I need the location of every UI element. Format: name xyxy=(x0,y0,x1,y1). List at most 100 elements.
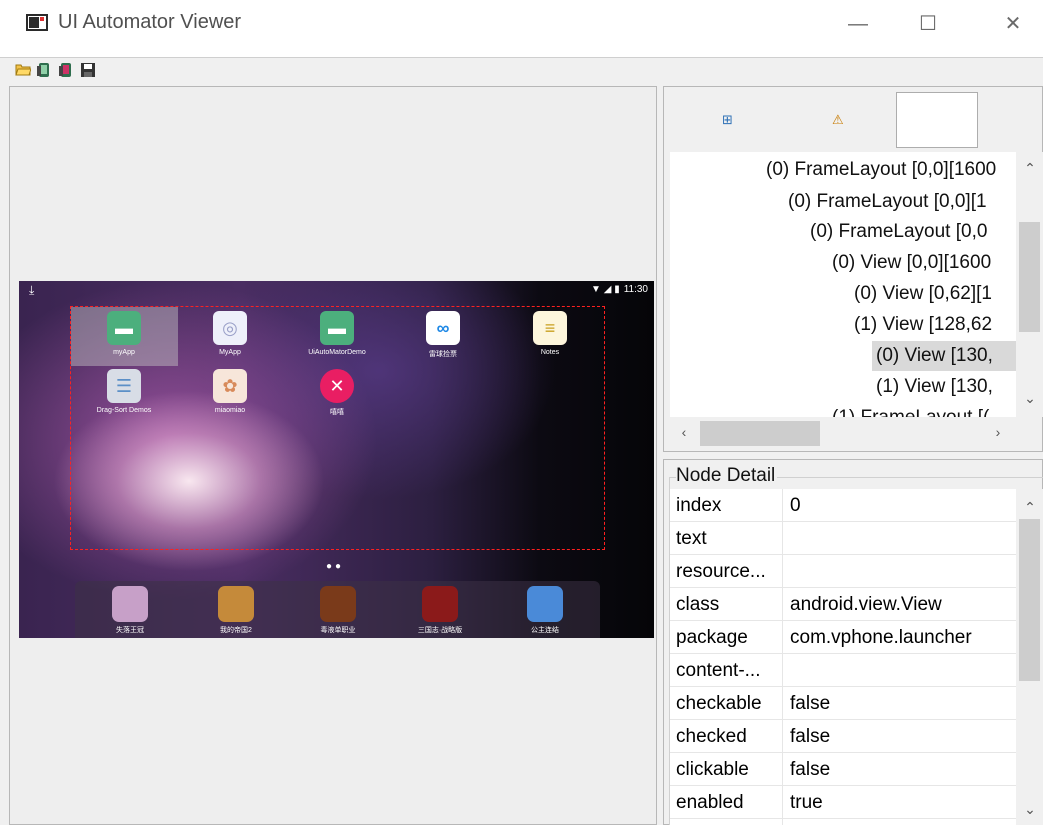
maximize-button[interactable]: ☐ xyxy=(905,6,951,42)
scroll-thumb[interactable] xyxy=(1019,222,1040,332)
game-icon xyxy=(422,586,458,622)
minimize-button[interactable]: — xyxy=(835,6,881,42)
app-label: 公主连结 xyxy=(531,627,559,634)
scroll-up-icon[interactable]: ⌃ xyxy=(1020,499,1040,516)
device-screenshot-icon[interactable] xyxy=(36,62,52,78)
property-key: class xyxy=(676,594,720,615)
window-title: UI Automator Viewer xyxy=(58,11,242,33)
app-label: Drag-Sort Demos xyxy=(96,407,152,414)
property-row[interactable]: enabled true xyxy=(670,786,1016,819)
android-icon: ▬ xyxy=(320,311,354,345)
tree-node[interactable]: (0) View [0,0][1600 xyxy=(832,248,991,278)
app-label: 失落王冠 xyxy=(116,627,144,634)
device-dock: 失落王冠 我的帝国2 毒液单职业 三国志·战略版 公主连结 xyxy=(75,581,600,638)
device-screenshot-compressed-icon[interactable] xyxy=(58,62,74,78)
tree-node[interactable]: (1) View [128,62 xyxy=(854,310,992,340)
dock-app-4[interactable]: 三国志·战略版 xyxy=(395,586,485,635)
tree-node[interactable]: (0) View [0,62][1 xyxy=(854,279,992,309)
dock-app-1[interactable]: 失落王冠 xyxy=(85,586,175,635)
status-icons: ▼ ◢ ▮ 11:30 xyxy=(591,284,648,295)
property-key: package xyxy=(676,627,748,648)
list-app-icon: ☰ xyxy=(107,369,141,403)
status-time: 11:30 xyxy=(623,284,648,295)
scroll-thumb[interactable] xyxy=(1019,519,1040,681)
property-row[interactable]: checked false xyxy=(670,720,1016,753)
tree-node[interactable]: (1) View [130, xyxy=(876,372,993,402)
warning-icon[interactable]: ⚠ xyxy=(832,112,844,128)
dock-app-2[interactable]: 我的帝国2 xyxy=(191,586,281,635)
hierarchy-tree[interactable]: (0) FrameLayout [0,0][1600 (0) FrameLayo… xyxy=(670,152,1016,417)
property-row[interactable]: package com.vphone.launcher xyxy=(670,621,1016,654)
property-row[interactable]: checkable false xyxy=(670,687,1016,720)
property-key: clickable xyxy=(676,759,749,780)
close-button[interactable]: ✕ xyxy=(990,6,1036,42)
scroll-thumb[interactable] xyxy=(700,421,820,446)
property-row[interactable]: text xyxy=(670,522,1016,555)
scroll-up-icon[interactable]: ⌃ xyxy=(1020,160,1040,177)
scroll-down-icon[interactable]: ⌄ xyxy=(1020,390,1040,407)
app-notes[interactable]: ≡ Notes xyxy=(505,311,595,356)
android-icon: ▬ xyxy=(107,311,141,345)
tree-node[interactable]: (0) FrameLayout [0,0][1 xyxy=(788,187,987,217)
app-myapp-green[interactable]: ▬ myApp xyxy=(79,311,169,356)
hierarchy-vertical-scrollbar[interactable]: ⌃ ⌄ xyxy=(1016,152,1043,417)
scroll-right-icon[interactable]: › xyxy=(988,424,1008,440)
toolbar xyxy=(0,57,1043,83)
property-value: com.vphone.launcher xyxy=(790,627,972,648)
scroll-down-icon[interactable]: ⌄ xyxy=(1020,801,1040,818)
node-detail-table[interactable]: index 0 text resource... class android.vie… xyxy=(670,489,1016,825)
property-key: index xyxy=(676,495,722,516)
dock-app-5[interactable]: 公主连结 xyxy=(500,586,590,635)
property-value: true xyxy=(790,792,823,813)
app-uiautomatordemo[interactable]: ▬ UiAutoMatorDemo xyxy=(292,311,382,356)
x-app-icon: ✕ xyxy=(320,369,354,403)
expand-all-icon[interactable]: ⊞ xyxy=(722,112,733,128)
tree-node[interactable]: (0) FrameLayout [0,0][1600 xyxy=(766,155,996,185)
paw-icon: ✿ xyxy=(213,369,247,403)
hierarchy-toolbar-blank[interactable] xyxy=(896,92,978,148)
app-xixi[interactable]: ✕ 嘻嘻 xyxy=(292,369,382,417)
app-miaomiao[interactable]: ✿ miaomiao xyxy=(185,369,275,414)
open-folder-icon[interactable] xyxy=(15,62,32,78)
app-label: miaomiao xyxy=(214,407,246,414)
circle-app-icon: ◎ xyxy=(213,311,247,345)
property-value: android.view.View xyxy=(790,594,942,615)
scroll-left-icon[interactable]: ‹ xyxy=(674,424,694,440)
node-detail-vertical-scrollbar[interactable]: ⌃ ⌄ xyxy=(1016,489,1043,825)
save-icon[interactable] xyxy=(80,62,96,78)
app-myapp[interactable]: ◎ MyApp xyxy=(185,311,275,356)
game-icon xyxy=(112,586,148,622)
property-key: enabled xyxy=(676,792,744,813)
dock-app-3[interactable]: 毒液单职业 xyxy=(293,586,383,635)
tree-node[interactable]: (1) FrameLayout [( xyxy=(832,403,989,417)
property-value: false xyxy=(790,759,831,780)
app-label: UiAutoMatorDemo xyxy=(308,349,366,356)
property-value: false xyxy=(790,726,831,747)
game-icon xyxy=(527,586,563,622)
device-screenshot[interactable]: ⤓ ▼ ◢ ▮ 11:30 ▬ myApp ◎ MyApp ▬ UiAutoMat… xyxy=(19,281,654,638)
app-label: Notes xyxy=(540,349,560,356)
title-bar: UI Automator Viewer — ☐ ✕ xyxy=(0,0,1043,48)
property-key: focusable xyxy=(676,819,782,825)
property-row[interactable]: resource... xyxy=(670,555,1016,588)
app-window-icon xyxy=(26,14,48,31)
property-key: checked xyxy=(676,726,747,747)
app-label: 我的帝国2 xyxy=(220,627,252,634)
property-row[interactable]: content-... xyxy=(670,654,1016,687)
app-label: 嘻嘻 xyxy=(330,409,344,416)
property-row[interactable]: focusable false xyxy=(670,819,1016,825)
page-indicator: ●● xyxy=(326,561,345,572)
property-row[interactable]: class android.view.View xyxy=(670,588,1016,621)
tree-node-selected[interactable]: (0) View [130, xyxy=(872,341,1016,371)
app-ticket[interactable]: ∞ 雷球捡票 xyxy=(398,311,488,359)
app-label: 雷球捡票 xyxy=(429,351,457,358)
notes-icon: ≡ xyxy=(533,311,567,345)
property-row[interactable]: clickable false xyxy=(670,753,1016,786)
game-icon xyxy=(320,586,356,622)
device-status-bar: ⤓ ▼ ◢ ▮ 11:30 xyxy=(19,281,654,301)
property-row[interactable]: index 0 xyxy=(670,489,1016,522)
hierarchy-horizontal-scrollbar[interactable]: ‹ › xyxy=(670,417,1016,450)
app-drag-sort-demos[interactable]: ☰ Drag-Sort Demos xyxy=(79,369,169,414)
tree-node[interactable]: (0) FrameLayout [0,0 xyxy=(810,217,987,247)
loop-app-icon: ∞ xyxy=(426,311,460,345)
